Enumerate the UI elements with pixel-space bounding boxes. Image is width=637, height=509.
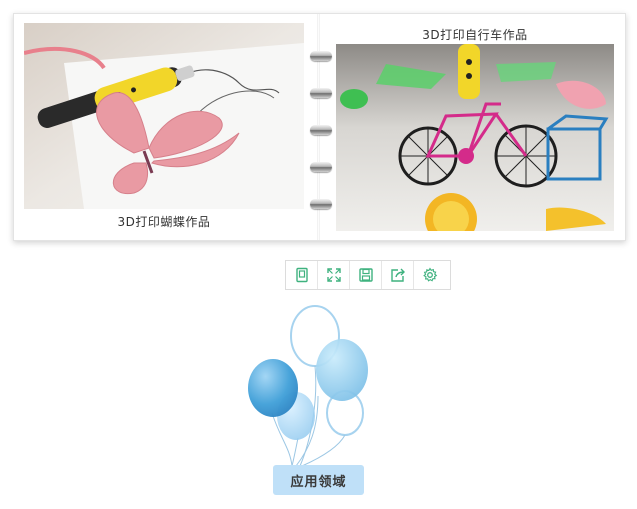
balloons-illustration (240, 298, 380, 473)
flipbook-stage: 3D打印蝴蝶作品 3D打印自行车作品 应用领域 (0, 0, 637, 509)
share-button[interactable] (382, 261, 414, 289)
bicycle-photo (336, 44, 614, 231)
single-page-button[interactable] (286, 261, 318, 289)
butterfly-photo (24, 23, 304, 209)
share-icon (390, 268, 405, 282)
settings-icon (423, 267, 438, 282)
application-field-button[interactable]: 应用领域 (273, 465, 364, 495)
flipbook-album[interactable]: 3D打印蝴蝶作品 3D打印自行车作品 (13, 13, 626, 241)
flipbook-toolbar (285, 260, 451, 290)
save-button[interactable] (350, 261, 382, 289)
fullscreen-button[interactable] (318, 261, 350, 289)
left-page[interactable]: 3D打印蝴蝶作品 (14, 14, 318, 240)
save-icon (358, 268, 373, 282)
single-page-icon (295, 267, 308, 283)
right-page[interactable]: 3D打印自行车作品 (320, 14, 625, 240)
settings-button[interactable] (414, 261, 446, 289)
butterfly-caption: 3D打印蝴蝶作品 (117, 215, 211, 229)
fullscreen-icon (326, 268, 341, 282)
bicycle-caption: 3D打印自行车作品 (422, 28, 528, 42)
